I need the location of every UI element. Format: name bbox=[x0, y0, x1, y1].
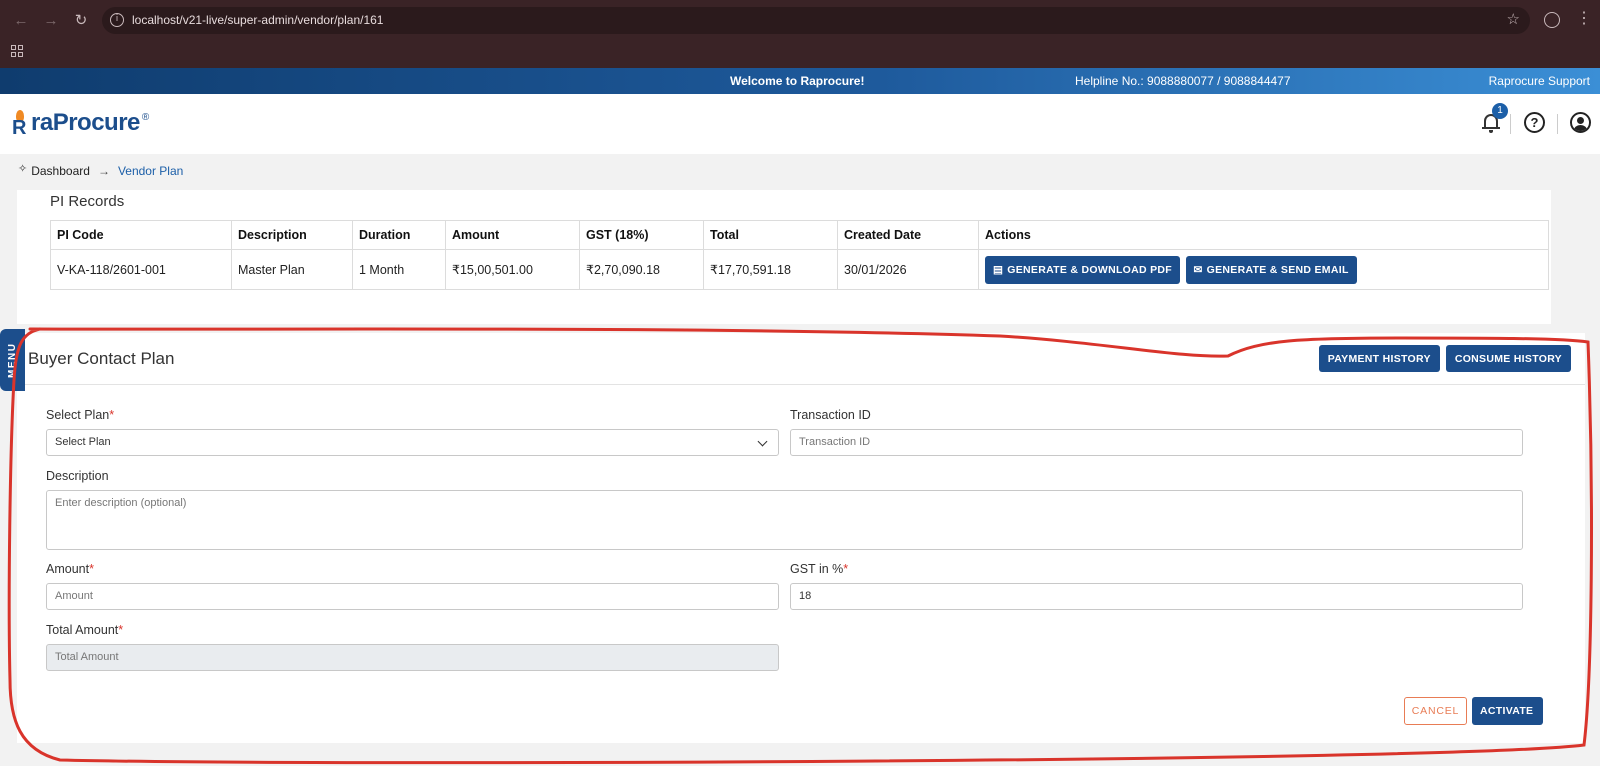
amount-label: Amount* bbox=[46, 562, 94, 576]
top-info-strip: Welcome to Raprocure! Helpline No.: 9088… bbox=[0, 68, 1600, 94]
header-divider bbox=[1557, 114, 1558, 134]
select-plan-dropdown[interactable]: Select Plan bbox=[46, 429, 779, 456]
browser-nav: ← → ↻ bbox=[12, 11, 90, 31]
cell-actions: ▤ GENERATE & DOWNLOAD PDF ✉ GENERATE & S… bbox=[978, 249, 1549, 290]
col-total: Total bbox=[703, 220, 838, 250]
header-divider bbox=[1510, 114, 1511, 134]
browser-menu-icon[interactable]: ⋮ bbox=[1576, 9, 1592, 29]
welcome-text: Welcome to Raprocure! bbox=[730, 74, 865, 88]
select-plan-label-text: Select Plan bbox=[46, 408, 110, 422]
required-mark: * bbox=[843, 562, 849, 576]
support-link[interactable]: Raprocure Support bbox=[1489, 74, 1590, 88]
generate-download-pdf-label: GENERATE & DOWNLOAD PDF bbox=[1007, 263, 1173, 276]
col-created-date: Created Date bbox=[837, 220, 979, 250]
col-gst: GST (18%) bbox=[579, 220, 704, 250]
apps-grid-icon[interactable] bbox=[11, 45, 23, 57]
site-info-icon[interactable]: i bbox=[110, 13, 124, 27]
required-mark: * bbox=[109, 408, 115, 422]
cell-gst: ₹2,70,090.18 bbox=[579, 249, 704, 290]
side-menu-tab[interactable]: MENU bbox=[0, 329, 25, 391]
browser-profile-icon[interactable] bbox=[1544, 12, 1560, 28]
gst-input[interactable]: 18 bbox=[790, 583, 1523, 610]
col-duration: Duration bbox=[352, 220, 446, 250]
pi-records-title: PI Records bbox=[50, 193, 125, 210]
description-label: Description bbox=[46, 469, 109, 483]
pi-records-card: PI Records PI Code Description Duration … bbox=[17, 190, 1551, 324]
generate-download-pdf-button[interactable]: ▤ GENERATE & DOWNLOAD PDF bbox=[985, 255, 1181, 284]
browser-chrome: ← → ↻ i localhost/v21-live/super-admin/v… bbox=[0, 0, 1600, 68]
payment-history-button[interactable]: PAYMENT HISTORY bbox=[1318, 345, 1440, 372]
raprocure-logo[interactable]: R raProcure ® bbox=[12, 109, 150, 139]
cell-description: Master Plan bbox=[231, 249, 353, 290]
required-mark: * bbox=[118, 623, 124, 637]
table-header-row: PI Code Description Duration Amount GST … bbox=[50, 220, 1549, 250]
activate-button[interactable]: ACTIVATE bbox=[1472, 697, 1543, 725]
user-account-icon[interactable] bbox=[1570, 112, 1591, 133]
total-amount-label-text: Total Amount bbox=[46, 623, 119, 637]
address-bar[interactable]: i localhost/v21-live/super-admin/vendor/… bbox=[102, 7, 1530, 34]
select-plan-label: Select Plan* bbox=[46, 408, 114, 422]
col-amount: Amount bbox=[445, 220, 580, 250]
url-text[interactable]: localhost/v21-live/super-admin/vendor/pl… bbox=[132, 13, 383, 27]
description-textarea[interactable]: Enter description (optional) bbox=[46, 490, 1523, 550]
cell-created-date: 30/01/2026 bbox=[837, 249, 979, 290]
generate-send-email-button[interactable]: ✉ GENERATE & SEND EMAIL bbox=[1185, 255, 1357, 284]
breadcrumb-arrow-icon: → bbox=[97, 164, 110, 178]
reload-icon[interactable]: ↻ bbox=[72, 11, 90, 31]
pdf-icon: ▤ bbox=[993, 263, 1004, 276]
gst-label: GST in %* bbox=[790, 562, 848, 576]
transaction-id-label: Transaction ID bbox=[790, 408, 871, 422]
buyer-contact-plan-card: Buyer Contact Plan PAYMENT HISTORY CONSU… bbox=[17, 333, 1585, 743]
forward-icon[interactable]: → bbox=[42, 11, 60, 31]
cell-duration: 1 Month bbox=[352, 249, 446, 290]
back-icon[interactable]: ← bbox=[12, 11, 30, 31]
cell-total: ₹17,70,591.18 bbox=[703, 249, 838, 290]
total-amount-label: Total Amount* bbox=[46, 623, 123, 637]
breadcrumb-dashboard[interactable]: Dashboard bbox=[31, 164, 90, 178]
buyer-plan-header: Buyer Contact Plan PAYMENT HISTORY CONSU… bbox=[17, 333, 1585, 385]
consume-history-button[interactable]: CONSUME HISTORY bbox=[1445, 345, 1571, 372]
notification-badge: 1 bbox=[1492, 103, 1508, 119]
help-icon[interactable]: ? bbox=[1524, 112, 1545, 133]
total-amount-input: Total Amount bbox=[46, 644, 779, 671]
pi-records-table: PI Code Description Duration Amount GST … bbox=[50, 220, 1549, 290]
col-description: Description bbox=[231, 220, 353, 250]
pin-icon: ✧ bbox=[18, 162, 28, 175]
buyer-plan-actions: PAYMENT HISTORY CONSUME HISTORY bbox=[1318, 345, 1573, 372]
table-row: V-KA-118/2601-001 Master Plan 1 Month ₹1… bbox=[50, 249, 1549, 290]
transaction-id-input[interactable]: Transaction ID bbox=[790, 429, 1523, 456]
logo-mark-icon: R bbox=[12, 110, 28, 138]
logo-registered: ® bbox=[141, 112, 150, 123]
select-plan-value: Select Plan bbox=[55, 436, 111, 448]
amount-input[interactable]: Amount bbox=[46, 583, 779, 610]
col-actions: Actions bbox=[978, 220, 1549, 250]
buyer-plan-title: Buyer Contact Plan bbox=[28, 349, 175, 368]
notification-bell-icon[interactable]: 1 bbox=[1482, 103, 1508, 133]
gst-label-text: GST in % bbox=[790, 562, 844, 576]
logo-text: raProcure bbox=[31, 109, 140, 136]
site-header: R raProcure ® 1 ? bbox=[0, 94, 1600, 154]
amount-label-text: Amount bbox=[46, 562, 90, 576]
cell-amount: ₹15,00,501.00 bbox=[445, 249, 580, 290]
cancel-button[interactable]: CANCEL bbox=[1404, 697, 1467, 725]
required-mark: * bbox=[89, 562, 94, 576]
breadcrumb-current: Vendor Plan bbox=[117, 164, 184, 178]
generate-send-email-label: GENERATE & SEND EMAIL bbox=[1206, 263, 1349, 276]
breadcrumb: ✧ Dashboard → Vendor Plan bbox=[18, 162, 184, 179]
bookmark-star-icon[interactable]: ☆ bbox=[1507, 10, 1520, 28]
chevron-down-icon bbox=[757, 436, 768, 447]
helpline-text: Helpline No.: 9088880077 / 9088844477 bbox=[1075, 74, 1291, 88]
envelope-icon: ✉ bbox=[1193, 263, 1203, 276]
cell-pi-code: V-KA-118/2601-001 bbox=[50, 249, 232, 290]
col-pi-code: PI Code bbox=[50, 220, 232, 250]
